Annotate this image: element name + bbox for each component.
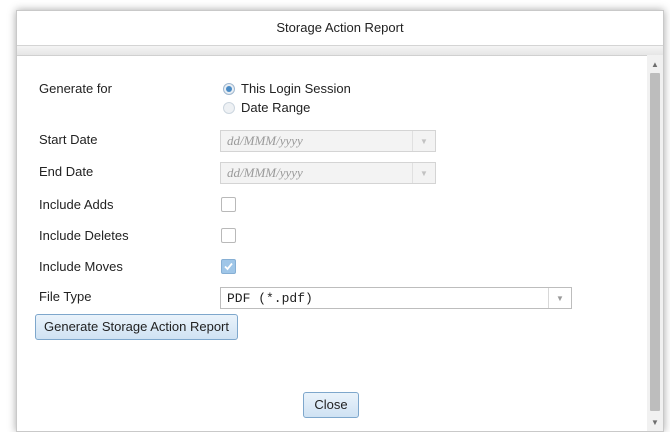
check-icon [224, 262, 233, 271]
scroll-down-arrow-icon[interactable]: ▼ [647, 415, 663, 429]
close-button[interactable]: Close [303, 392, 359, 418]
dialog-scrollbar[interactable]: ▲ ▼ [647, 55, 663, 431]
radio-date-range[interactable]: Date Range [223, 100, 310, 115]
generate-for-label: Generate for [39, 81, 112, 96]
generate-report-button[interactable]: Generate Storage Action Report [35, 314, 239, 340]
file-type-label: File Type [39, 289, 92, 304]
dialog-title: Storage Action Report [17, 11, 663, 46]
start-date-field[interactable]: dd/MMM/yyyy ▼ [220, 130, 436, 152]
include-adds-checkbox[interactable] [221, 197, 236, 212]
end-date-placeholder: dd/MMM/yyyy [227, 165, 303, 180]
file-type-value: PDF (*.pdf) [227, 290, 313, 306]
include-moves-checkbox[interactable] [221, 259, 236, 274]
radio-button-selected[interactable] [223, 82, 235, 95]
storage-action-report-dialog: Storage Action Report Generate for This … [16, 10, 664, 432]
end-date-label: End Date [39, 164, 94, 179]
include-adds-label: Include Adds [39, 197, 114, 212]
start-date-label: Start Date [39, 132, 98, 147]
include-moves-label: Include Moves [39, 259, 123, 274]
radio-button-unselected[interactable] [223, 101, 235, 114]
chevron-down-icon[interactable]: ▼ [548, 288, 571, 308]
chevron-down-icon[interactable]: ▼ [412, 131, 435, 151]
start-date-placeholder: dd/MMM/yyyy [227, 133, 303, 148]
radio-date-range-label: Date Range [241, 100, 311, 115]
radio-this-login-session-label: This Login Session [241, 81, 351, 96]
include-deletes-checkbox[interactable] [221, 228, 236, 243]
scroll-up-arrow-icon[interactable]: ▲ [647, 57, 663, 71]
scrollbar-thumb[interactable] [650, 73, 660, 411]
chevron-down-icon[interactable]: ▼ [412, 163, 435, 183]
radio-this-login-session[interactable]: This Login Session [223, 81, 351, 96]
include-deletes-label: Include Deletes [39, 228, 129, 243]
file-type-select[interactable]: PDF (*.pdf) ▼ [220, 287, 572, 309]
dialog-content: Generate for This Login Session Date Ran… [17, 55, 647, 431]
end-date-field[interactable]: dd/MMM/yyyy ▼ [220, 162, 436, 184]
